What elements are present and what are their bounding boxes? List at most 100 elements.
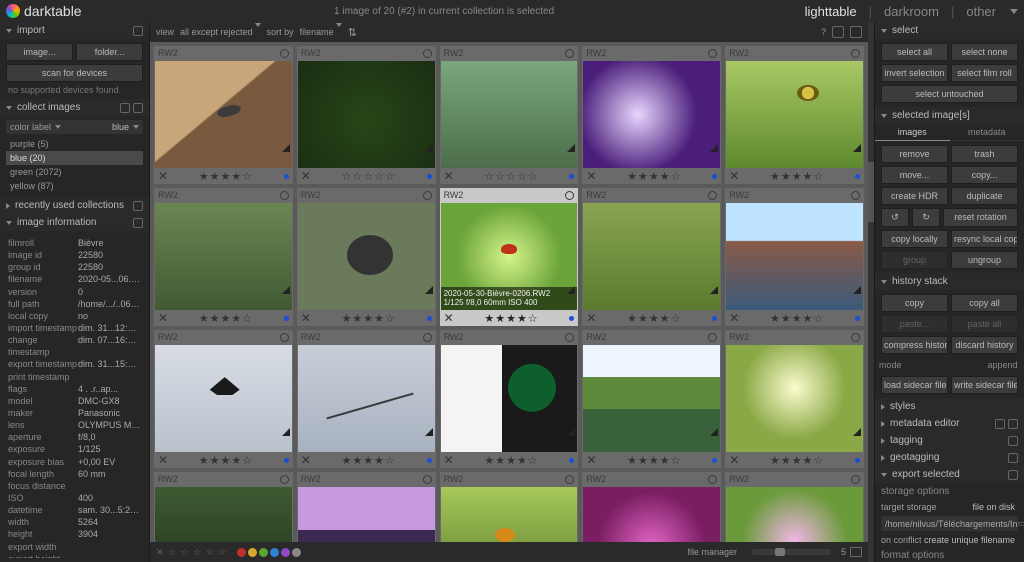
select-all-button[interactable]: select all	[881, 43, 948, 61]
zoom-slider[interactable]	[751, 549, 831, 555]
module-head-selected-images[interactable]: selected image[s]	[875, 107, 1024, 124]
thumbnail[interactable]: RW2✕☆☆☆☆☆	[297, 46, 436, 184]
toolbar-filter-dropdown[interactable]: all except rejected	[180, 27, 261, 37]
reject-icon[interactable]: ✕	[301, 169, 311, 183]
compress-history-button[interactable]: compress history	[881, 336, 948, 354]
duplicate-button[interactable]: duplicate	[951, 187, 1018, 205]
mode-darkroom[interactable]: darkroom	[880, 4, 943, 19]
star-rating[interactable]: ☆☆☆☆☆	[456, 170, 568, 183]
color-label-dot[interactable]	[427, 174, 432, 179]
color-label-dot[interactable]	[284, 458, 289, 463]
remove-button[interactable]: remove	[881, 145, 948, 163]
rating-filter[interactable]: ✕ ☆ ☆ ☆ ☆ ☆	[156, 547, 227, 558]
copy-button[interactable]: copy...	[951, 166, 1018, 184]
thumbnail[interactable]: RW2✕★★★★☆	[154, 46, 293, 184]
color-label-dot[interactable]	[712, 458, 717, 463]
module-settings-icon[interactable]	[1008, 436, 1018, 446]
star-rating[interactable]: ★★★★☆	[741, 454, 853, 467]
thumbnail[interactable]: RW2✕☆☆☆☆☆	[440, 472, 579, 542]
collect-list-item[interactable]: green (2072)	[6, 165, 143, 179]
color-label-dot[interactable]	[284, 174, 289, 179]
color-label-dot[interactable]	[569, 174, 574, 179]
color-label-dot[interactable]	[284, 316, 289, 321]
module-head-collect[interactable]: collect images	[0, 99, 149, 116]
reject-icon[interactable]: ✕	[586, 311, 596, 325]
star-rating[interactable]: ★★★★☆	[598, 454, 710, 467]
color-label-dot[interactable]	[855, 458, 860, 463]
history-mode-dropdown[interactable]: append	[987, 360, 1020, 370]
module-head-image-info[interactable]: image information	[0, 214, 149, 231]
star-rating[interactable]: ★★★★☆	[456, 312, 568, 325]
ungroup-button[interactable]: ungroup	[951, 251, 1018, 269]
resync-local-button[interactable]: resync local copy	[951, 230, 1018, 248]
reject-icon[interactable]: ✕	[158, 453, 168, 467]
star-rating[interactable]: ★★★★☆	[598, 312, 710, 325]
tab-metadata[interactable]: metadata	[950, 124, 1024, 141]
module-settings-icon[interactable]	[133, 201, 143, 211]
layout-icon[interactable]	[850, 26, 862, 38]
hist-paste-all-button[interactable]: paste all	[951, 315, 1018, 333]
star-rating[interactable]: ☆☆☆☆☆	[313, 170, 425, 183]
write-sidecar-button[interactable]: write sidecar files	[951, 376, 1018, 394]
color-swatch[interactable]	[292, 548, 301, 557]
collect-list-item[interactable]: blue (20)	[6, 151, 143, 165]
help-icon[interactable]: ?	[821, 27, 826, 37]
import-image-button[interactable]: image...	[6, 43, 73, 61]
history-icon[interactable]	[120, 103, 130, 113]
collect-list-item[interactable]: yellow (87)	[6, 179, 143, 193]
invert-selection-button[interactable]: invert selection	[881, 64, 948, 82]
create-hdr-button[interactable]: create HDR	[881, 187, 948, 205]
star-rating[interactable]: ★★★★☆	[741, 170, 853, 183]
select-filmroll-button[interactable]: select film roll	[951, 64, 1018, 82]
module-head-history[interactable]: history stack	[875, 273, 1024, 290]
reject-icon[interactable]: ✕	[158, 311, 168, 325]
module-settings-icon[interactable]	[133, 26, 143, 36]
color-label-dot[interactable]	[427, 458, 432, 463]
reject-icon[interactable]: ✕	[586, 453, 596, 467]
export-path-input[interactable]: /home/nilvus/Téléchargements/In ▭	[881, 516, 1018, 531]
toolbar-sort-dropdown[interactable]: filename	[300, 27, 342, 37]
scan-devices-button[interactable]: scan for devices	[6, 64, 143, 82]
thumbnail[interactable]: RW2✕★★★★☆	[154, 330, 293, 468]
module-settings-icon[interactable]	[1008, 453, 1018, 463]
thumbnail[interactable]: RW2✕★★★★☆	[582, 330, 721, 468]
discard-history-button[interactable]: discard history	[951, 336, 1018, 354]
module-settings-icon[interactable]	[133, 218, 143, 228]
copy-locally-button[interactable]: copy locally	[881, 230, 948, 248]
hist-paste-button[interactable]: paste...	[881, 315, 948, 333]
module-settings-icon[interactable]	[133, 103, 143, 113]
conflict-dropdown[interactable]: create unique filename	[924, 535, 1018, 545]
module-reset-icon[interactable]	[1008, 419, 1018, 429]
module-settings-icon[interactable]	[1008, 470, 1018, 480]
reject-icon[interactable]: ✕	[444, 453, 454, 467]
color-label-dot[interactable]	[427, 316, 432, 321]
reject-icon[interactable]: ✕	[444, 311, 454, 325]
collect-list-item[interactable]: purple (5)	[6, 137, 143, 151]
import-folder-button[interactable]: folder...	[76, 43, 143, 61]
rotate-cw-button[interactable]: ↻	[912, 208, 940, 227]
star-rating[interactable]: ★★★★☆	[313, 454, 425, 467]
reject-icon[interactable]: ✕	[444, 169, 454, 183]
color-swatch[interactable]	[270, 548, 279, 557]
star-rating[interactable]: ★★★★☆	[170, 312, 282, 325]
color-swatch[interactable]	[259, 548, 268, 557]
load-sidecar-button[interactable]: load sidecar file...	[881, 376, 948, 394]
color-label-dot[interactable]	[855, 174, 860, 179]
thumbnail[interactable]: RW2✕☆☆☆☆☆	[154, 472, 293, 542]
thumbnail[interactable]: RW2✕★★★★☆	[725, 46, 864, 184]
color-swatch[interactable]	[237, 548, 246, 557]
mode-lighttable[interactable]: lighttable	[801, 4, 861, 19]
thumbnail[interactable]: RW2✕★★★★☆	[297, 188, 436, 326]
thumbnail[interactable]: RW2✕★★★★☆	[582, 188, 721, 326]
sort-direction-icon[interactable]: ⇅	[348, 26, 357, 39]
star-rating[interactable]: ★★★★☆	[598, 170, 710, 183]
color-label-swatches[interactable]	[237, 548, 301, 557]
star-rating[interactable]: ★★★★☆	[313, 312, 425, 325]
color-swatch[interactable]	[248, 548, 257, 557]
reject-icon[interactable]: ✕	[586, 169, 596, 183]
module-head-recent[interactable]: recently used collections	[0, 197, 149, 214]
move-button[interactable]: move...	[881, 166, 948, 184]
thumbnail[interactable]: RW2✕☆☆☆☆☆	[297, 472, 436, 542]
color-label-dot[interactable]	[712, 174, 717, 179]
thumbnail[interactable]: RW2✕★★★★☆	[725, 330, 864, 468]
